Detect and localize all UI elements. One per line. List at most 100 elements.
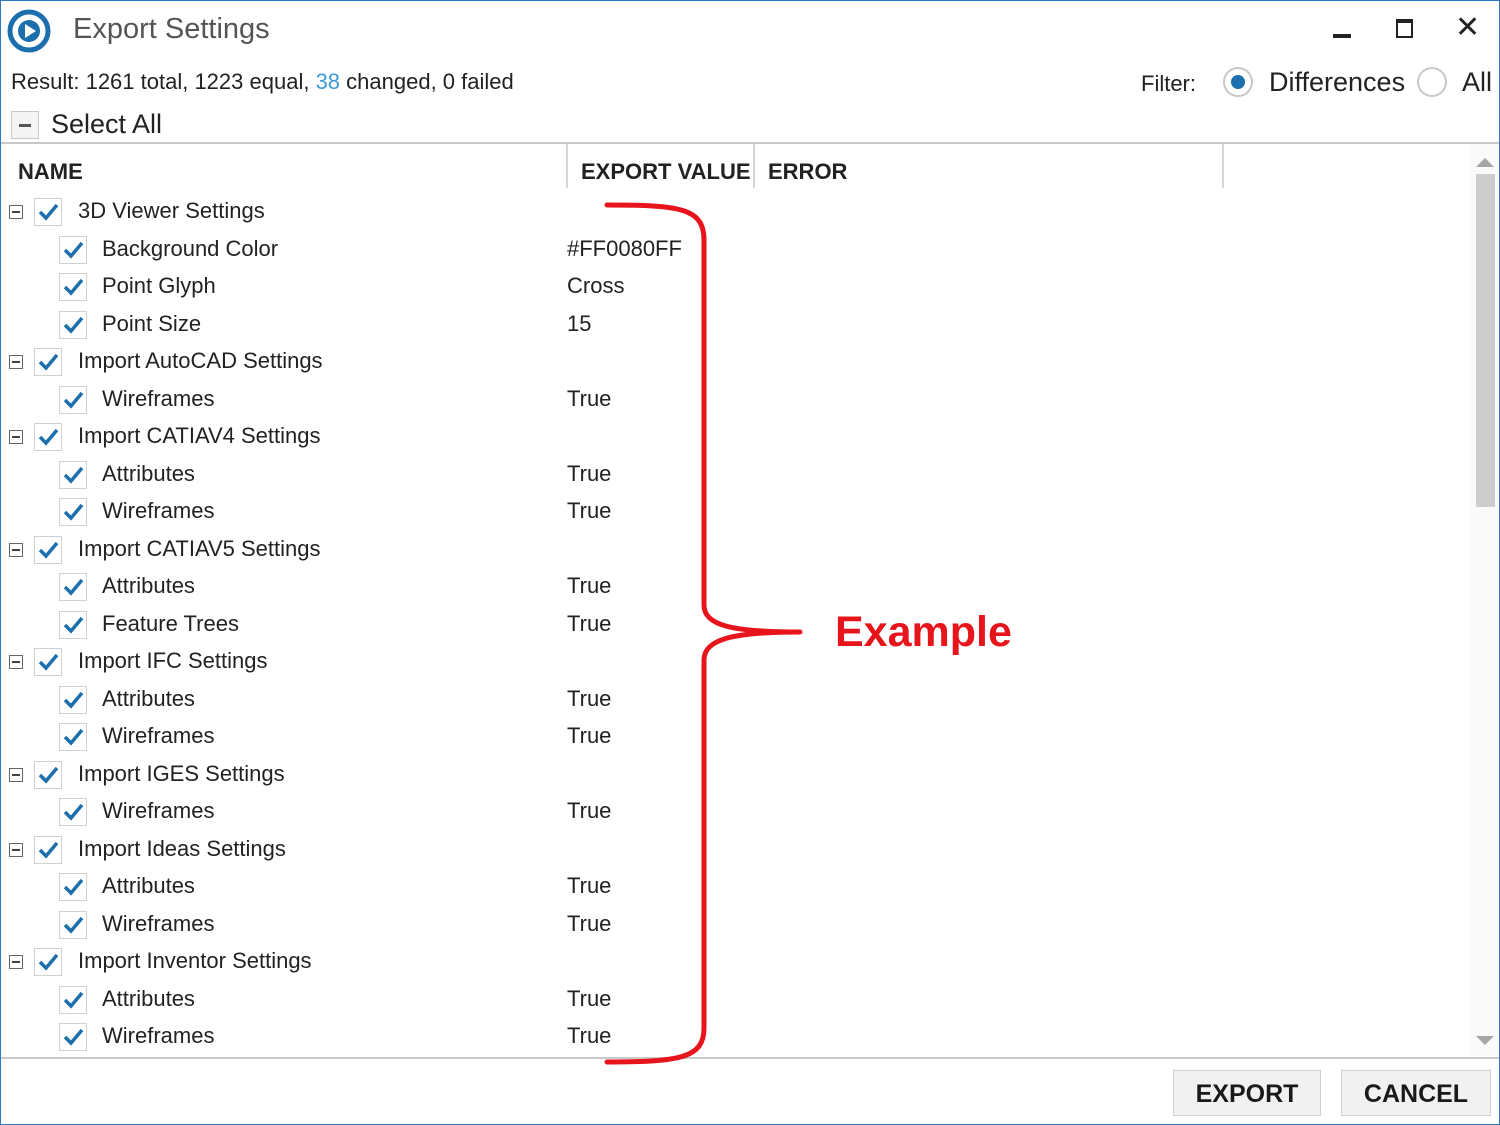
item-checkbox[interactable] (59, 798, 87, 826)
scroll-up-arrow-icon[interactable] (1471, 150, 1499, 174)
tree-item-row[interactable]: Attributes True (1, 569, 1469, 606)
maximize-button[interactable] (1379, 7, 1429, 51)
setting-name: Background Color (102, 235, 279, 261)
select-all-box[interactable] (11, 111, 39, 139)
column-separator[interactable] (753, 144, 755, 188)
cancel-button[interactable]: CANCEL (1341, 1070, 1491, 1116)
collapse-icon[interactable] (9, 542, 23, 557)
divider (1, 142, 1499, 144)
tree-item-row[interactable]: Wireframes True (1, 794, 1469, 831)
group-checkbox[interactable] (34, 760, 62, 789)
tree-item-row[interactable]: Point Size 15 (1, 307, 1469, 344)
export-value: True (567, 460, 612, 486)
filter-all-radio[interactable] (1417, 67, 1447, 97)
group-name: Import Inventor Settings (78, 948, 312, 973)
item-checkbox[interactable] (59, 460, 87, 489)
checkmark-icon (63, 241, 84, 259)
tree-group-row[interactable]: Import IGES Settings (1, 757, 1469, 794)
group-checkbox[interactable] (34, 948, 62, 976)
collapse-icon[interactable] (9, 355, 23, 369)
setting-name: Attributes (102, 873, 195, 898)
item-checkbox[interactable] (59, 723, 87, 751)
item-checkbox[interactable] (59, 310, 87, 339)
tree-item-row[interactable]: Wireframes True (1, 907, 1469, 944)
group-checkbox[interactable] (34, 535, 62, 564)
tree-group-row[interactable]: Import CATIAV4 Settings (1, 419, 1469, 456)
column-separator[interactable] (566, 144, 568, 188)
scroll-thumb[interactable] (1476, 174, 1495, 507)
checkmark-icon (38, 841, 59, 859)
setting-name: Wireframes (102, 1023, 215, 1048)
tree-item-row[interactable]: Background Color #FF0080FF (1, 232, 1469, 269)
item-checkbox[interactable] (59, 273, 87, 301)
item-checkbox[interactable] (59, 685, 87, 714)
filter-label: Filter: (1141, 71, 1196, 96)
changed-count: 38 (315, 69, 341, 94)
group-name: Import AutoCAD Settings (78, 348, 323, 373)
tree-item-row[interactable]: Attributes True (1, 982, 1469, 1019)
item-checkbox[interactable] (59, 498, 87, 526)
tree-item-row[interactable]: Point Glyph Cross (1, 269, 1469, 306)
filter-differences-radio[interactable] (1223, 67, 1253, 97)
tree-item-row[interactable]: Attributes True (1, 682, 1469, 719)
group-checkbox[interactable] (34, 348, 62, 376)
group-checkbox[interactable] (34, 423, 62, 451)
filter-all-label[interactable]: All (1462, 67, 1492, 98)
collapse-icon[interactable] (9, 205, 23, 219)
setting-name: Feature Trees (102, 610, 239, 636)
item-checkbox[interactable] (59, 385, 87, 414)
group-name: Import CATIAV4 Settings (78, 423, 321, 448)
tree-item-row[interactable]: Wireframes True (1, 494, 1469, 531)
filter-differences-label[interactable]: Differences (1269, 67, 1405, 98)
item-checkbox[interactable] (59, 235, 87, 264)
close-button[interactable]: ✕ (1443, 7, 1493, 51)
tree-group-row[interactable]: Import Ideas Settings (1, 832, 1469, 869)
checkmark-icon (63, 991, 84, 1009)
tree-group-row[interactable]: Import IFC Settings (1, 644, 1469, 681)
setting-name: Point Size (102, 310, 202, 336)
tree-group-row[interactable]: Import AutoCAD Settings (1, 344, 1469, 381)
checkmark-icon (38, 203, 59, 221)
export-button[interactable]: EXPORT (1173, 1070, 1321, 1116)
column-header-error[interactable]: ERROR (768, 159, 847, 185)
group-checkbox[interactable] (34, 648, 62, 676)
item-checkbox[interactable] (59, 910, 87, 939)
tree-item-row[interactable]: Wireframes True (1, 719, 1469, 756)
checkmark-icon (38, 766, 59, 784)
divider (1, 1057, 1499, 1059)
tree-item-row[interactable]: Attributes True (1, 869, 1469, 906)
column-separator[interactable] (1222, 144, 1224, 188)
tree-item-row[interactable]: Attributes True (1, 457, 1469, 494)
collapse-icon[interactable] (9, 955, 23, 969)
checkmark-icon (63, 578, 84, 596)
checkmark-icon (38, 353, 59, 371)
scroll-down-arrow-icon[interactable] (1471, 1030, 1499, 1054)
item-checkbox[interactable] (59, 1023, 87, 1051)
vertical-scrollbar[interactable] (1471, 144, 1499, 1056)
collapse-icon[interactable] (9, 842, 23, 857)
checkmark-icon (38, 428, 59, 446)
tree-item-row[interactable]: Wireframes True (1, 1019, 1469, 1056)
tree-group-row[interactable]: Import Inventor Settings (1, 944, 1469, 981)
minimize-button[interactable] (1317, 7, 1367, 51)
item-checkbox[interactable] (59, 573, 87, 601)
tree-item-row[interactable]: Wireframes True (1, 382, 1469, 419)
select-all-label[interactable]: Select All (51, 109, 162, 140)
item-checkbox[interactable] (59, 610, 87, 639)
item-checkbox[interactable] (59, 873, 87, 901)
tree-item-row[interactable]: Feature Trees True (1, 607, 1469, 644)
checkmark-icon (63, 316, 84, 334)
collapse-icon[interactable] (9, 767, 23, 782)
group-checkbox[interactable] (34, 198, 62, 226)
column-header-name[interactable]: NAME (18, 159, 83, 185)
collapse-icon[interactable] (9, 430, 23, 444)
checkmark-icon (63, 878, 84, 896)
item-checkbox[interactable] (59, 985, 87, 1014)
column-header-export-value[interactable]: EXPORT VALUE (581, 159, 751, 185)
checkmark-icon (63, 691, 84, 709)
tree-group-row[interactable]: 3D Viewer Settings (1, 194, 1469, 231)
result-summary: Result: 1261 total, 1223 equal, 38 chang… (11, 69, 514, 95)
tree-group-row[interactable]: Import CATIAV5 Settings (1, 532, 1469, 569)
collapse-icon[interactable] (9, 655, 23, 669)
group-checkbox[interactable] (34, 835, 62, 864)
